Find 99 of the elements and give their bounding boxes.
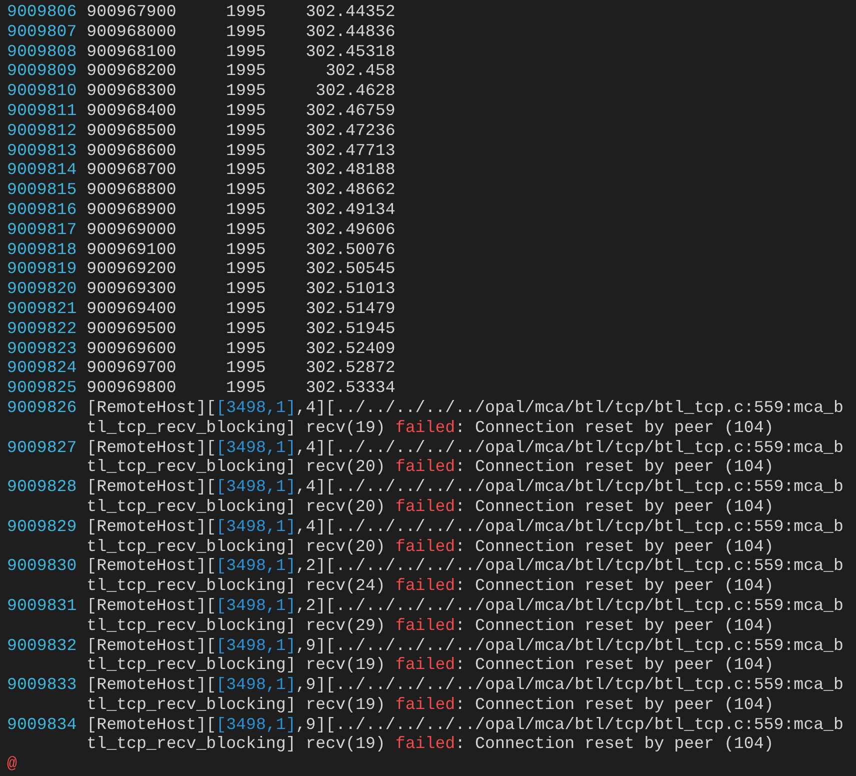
filler-line-marker: @: [7, 754, 17, 774]
line-number: 9009809: [7, 61, 77, 82]
table-cell-text: 1995: [225, 22, 266, 42]
table-cell-text: 302.49606: [304, 220, 396, 240]
table-cell-text: 302.45318: [304, 42, 396, 62]
log-message: [RemoteHost][[3498,1],9][../../../../../opal/mca/btl/tcp/btl_tcp.c:559:mca_btl_tcp_recv_blocking] recv(19) failed: Connection reset by peer (104): [86, 675, 844, 715]
line-number: 9009828: [7, 477, 77, 498]
table-cell-text: 1995: [225, 338, 266, 358]
table-cell-text: 1995: [225, 61, 266, 82]
line-number: 9009814: [7, 160, 77, 180]
log-message: [RemoteHost][[3498,1],9][../../../../../opal/mca/btl/tcp/btl_tcp.c:559:mca_btl_tcp_recv_blocking] recv(19) failed: Connection reset by peer (104): [86, 636, 844, 676]
table-cell-text: 1995: [225, 358, 266, 378]
line-number: 9009816: [7, 200, 77, 220]
line-number: 9009821: [7, 298, 77, 319]
table-cell: 900968400: [86, 100, 176, 121]
table-cell: 900969500: [86, 318, 176, 339]
line-number: 9009833: [7, 675, 77, 696]
log-message: [RemoteHost][[3498,1],4][../../../../../opal/mca/btl/tcp/btl_tcp.c:559:mca_btl_tcp_recv_blocking] recv(19) failed: Connection reset by peer (104): [86, 398, 844, 438]
line-number: 9009827: [7, 438, 77, 459]
table-cell: 900968900: [86, 200, 176, 220]
table-cell-text: 1995: [225, 180, 266, 200]
table-cell-text: 302.44836: [304, 22, 396, 42]
line-number: 9009812: [7, 120, 77, 141]
line-number: 9009806: [7, 2, 77, 22]
line-number: 9009815: [7, 180, 77, 200]
table-cell-text: 302.47236: [304, 120, 396, 141]
table-cell-text: 302.52409: [304, 338, 396, 358]
table-cell-text: 302.47713: [304, 140, 396, 160]
line-number: 9009830: [7, 556, 77, 578]
log-message: [RemoteHost][[3498,1],9][../../../../../opal/mca/btl/tcp/btl_tcp.c:559:mca_btl_tcp_recv_blocking] recv(19) failed: Connection reset by peer (104): [86, 714, 844, 754]
table-cell-text: 1995: [225, 2, 266, 22]
table-cell-text: 302.458: [324, 61, 396, 82]
table-cell-text: 302.52872: [304, 358, 396, 378]
line-number: 9009826: [7, 398, 77, 419]
table-cell-text: 1995: [225, 378, 266, 398]
table-cell: 900969700: [86, 358, 176, 378]
line-number: 9009820: [7, 279, 77, 299]
line-number: 9009818: [7, 240, 77, 260]
line-number: 9009813: [7, 140, 77, 160]
table-cell-text: 302.53334: [304, 378, 396, 398]
line-number: 9009810: [7, 81, 77, 101]
table-cell-text: 302.50545: [304, 259, 396, 280]
line-number: 9009822: [7, 318, 77, 339]
table-cell-text: 302.49134: [304, 200, 396, 220]
table-cell: 900969600: [86, 338, 176, 358]
table-cell: 900967900: [86, 2, 176, 22]
table-cell-text: 1995: [225, 259, 266, 280]
table-cell-text: 1995: [225, 42, 266, 62]
table-cell-text: 1995: [225, 240, 266, 260]
log-message: [RemoteHost][[3498,1],4][../../../../../opal/mca/btl/tcp/btl_tcp.c:559:mca_btl_tcp_recv_blocking] recv(20) failed: Connection reset by peer (104): [86, 477, 844, 517]
log-message: [RemoteHost][[3498,1],4][../../../../../opal/mca/btl/tcp/btl_tcp.c:559:mca_btl_tcp_recv_blocking] recv(20) failed: Connection reset by peer (104): [86, 438, 844, 478]
table-cell: 900969800: [86, 378, 176, 398]
table-cell: 900968500: [86, 120, 176, 141]
table-cell-text: 1995: [225, 298, 266, 319]
table-cell-text: 1995: [225, 140, 266, 160]
table-cell-text: 1995: [225, 100, 266, 121]
line-number: 9009831: [7, 596, 77, 617]
table-cell-text: 302.48188: [304, 160, 396, 180]
table-cell-text: 1995: [225, 160, 266, 180]
log-message: [RemoteHost][[3498,1],4][../../../../../opal/mca/btl/tcp/btl_tcp.c:559:mca_btl_tcp_recv_blocking] recv(20) failed: Connection reset by peer (104): [86, 516, 844, 556]
table-cell: 900968100: [86, 42, 176, 62]
table-cell: 900969200: [86, 259, 176, 280]
table-cell: 900968300: [86, 81, 176, 101]
line-number: 9009829: [7, 516, 77, 538]
line-number: 9009811: [7, 100, 77, 121]
log-message: [RemoteHost][[3498,1],2][../../../../../opal/mca/btl/tcp/btl_tcp.c:559:mca_btl_tcp_recv_blocking] recv(24) failed: Connection reset by peer (104): [86, 556, 844, 596]
line-number: 9009808: [7, 42, 77, 62]
table-cell: 900968200: [86, 61, 176, 82]
table-cell-text: 302.48662: [304, 180, 396, 200]
table-cell: 900968800: [86, 180, 176, 200]
table-cell-text: 302.51945: [304, 318, 396, 339]
table-cell-text: 1995: [225, 81, 266, 101]
log-message: [RemoteHost][[3498,1],2][../../../../../opal/mca/btl/tcp/btl_tcp.c:559:mca_btl_tcp_recv_blocking] recv(29) failed: Connection reset by peer (104): [86, 596, 844, 636]
table-cell-text: 1995: [225, 200, 266, 220]
table-cell-text: 302.50076: [304, 240, 396, 260]
table-cell: 900968700: [86, 160, 176, 180]
table-cell: 900969000: [86, 220, 176, 240]
table-cell: 900968600: [86, 140, 176, 160]
table-cell: 900969100: [86, 240, 176, 260]
table-cell-text: 1995: [225, 120, 266, 141]
table-cell-text: 302.46759: [304, 100, 396, 121]
table-cell-text: 1995: [225, 318, 266, 339]
table-cell: 900969300: [86, 279, 176, 299]
line-number: 9009825: [7, 378, 77, 398]
line-number: 9009807: [7, 22, 77, 42]
line-number: 9009823: [7, 338, 77, 358]
table-cell-text: 302.51013: [304, 279, 396, 299]
line-number: 9009834: [7, 714, 77, 736]
table-cell-text: 1995: [225, 279, 266, 299]
table-cell-text: 1995: [225, 220, 266, 240]
line-number: 9009819: [7, 259, 77, 280]
table-cell-text: 302.4628: [314, 81, 396, 101]
table-cell-text: 302.51479: [304, 298, 396, 319]
table-cell-text: 302.44352: [304, 2, 396, 22]
table-cell: 900968000: [86, 22, 176, 42]
line-number: 9009824: [7, 358, 77, 378]
line-number: 9009832: [7, 636, 77, 656]
table-cell: 900969400: [86, 298, 176, 319]
line-number: 9009817: [7, 220, 77, 240]
